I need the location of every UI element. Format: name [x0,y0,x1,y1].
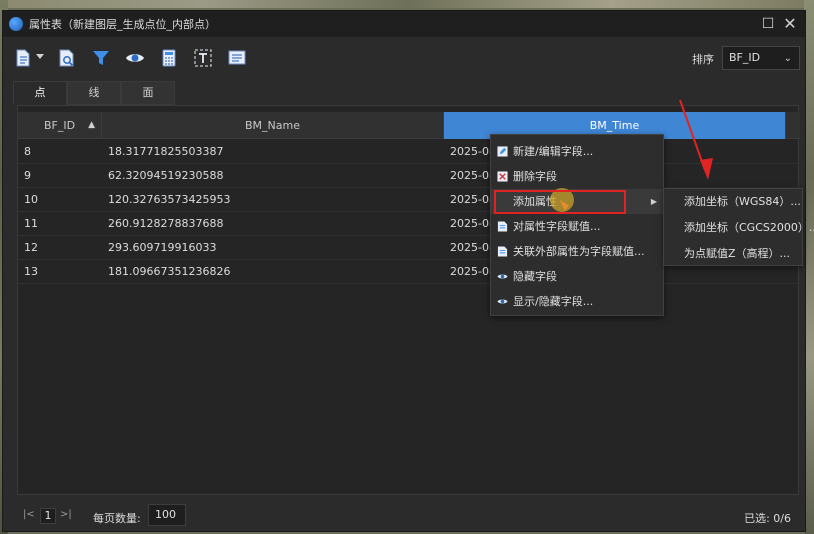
cell-bf-id: 11 [24,217,38,230]
menu-item-label: 关联外部属性为字段赋值... [513,245,645,258]
menu-item-assign-field-value[interactable]: 对属性字段赋值... [491,214,663,239]
sort-ascending-icon: ▲ [88,120,95,130]
menu-item-label: 对属性字段赋值... [513,220,601,233]
app-logo-icon [9,17,23,31]
table-header: BF_ID ▲ BM_Name BM_Time [18,112,800,139]
title-bar: 属性表（新建图层_生成点位_内部点） ☐ ✕ [3,11,805,37]
menu-item-label: 新建/编辑字段... [513,145,594,158]
menu-item-new-edit-field[interactable]: 新建/编辑字段... [491,139,663,164]
attribute-table-window: 属性表（新建图层_生成点位_内部点） ☐ ✕ 排序 BF_ID ⌄ 点 线 面 … [2,10,806,532]
export-icon[interactable] [13,48,33,68]
column-header-bm-name[interactable]: BM_Name [102,112,444,139]
calculator-icon[interactable] [159,48,179,68]
column-header-bf-id[interactable]: BF_ID ▲ [18,112,102,139]
column-header-label: BF_ID [43,119,76,132]
pagination-footer: |< 1 >| 每页数量: 100 已选: 0/6 [3,501,805,531]
menu-item-label: 隐藏字段 [513,270,557,283]
cell-bm-name: 120.32763573425953 [108,193,231,206]
filter-icon[interactable] [91,48,111,68]
selected-count: 已选: 0/6 [744,512,791,525]
tab-point[interactable]: 点 [13,81,67,105]
table-row[interactable]: 9 62.32094519230588 2025-08- [18,164,800,188]
maximize-button[interactable]: ☐ [759,15,777,33]
menu-item-show-hide-fields[interactable]: 显示/隐藏字段... [491,289,663,314]
export-dropdown-caret-icon[interactable] [36,54,44,59]
cell-bf-id: 10 [24,193,38,206]
geometry-tabs: 点 线 面 [13,81,175,105]
menu-item-join-external-attribute[interactable]: 关联外部属性为字段赋值... [491,239,663,264]
cell-bm-name: 181.09667351236826 [108,265,231,278]
submenu-item-assign-z[interactable]: 为点赋值Z（高程）... [664,241,802,267]
cell-bm-name: 18.31771825503387 [108,145,224,158]
desktop-background-top [0,0,814,8]
search-doc-icon[interactable] [57,48,77,68]
menu-item-label: 删除字段 [513,170,557,183]
field-context-menu: 新建/编辑字段... 删除字段 添加属性 ▶ 对属性字段赋值... 关联外部属性… [490,134,664,316]
current-page-number[interactable]: 1 [40,508,56,524]
cell-bm-name: 62.32094519230588 [108,169,224,182]
menu-item-add-attribute[interactable]: 添加属性 ▶ [491,189,663,214]
cell-bf-id: 9 [24,169,31,182]
menu-item-delete-field[interactable]: 删除字段 [491,164,663,189]
eye-icon [497,299,508,304]
chevron-down-icon: ⌄ [783,53,792,64]
doc-icon [497,246,508,257]
submenu-arrow-icon: ▶ [650,197,657,206]
close-button[interactable]: ✕ [781,15,799,33]
last-page-button[interactable]: >| [60,509,72,520]
submenu-item-add-cgcs2000[interactable]: 添加坐标（CGCS2000）... [664,215,814,241]
toolbar: 排序 BF_ID ⌄ [3,37,805,77]
per-page-input[interactable]: 100 [148,504,186,526]
sort-field-value: BF_ID [729,51,761,64]
cell-bm-name: 260.9128278837688 [108,217,224,230]
edit-icon [497,146,508,157]
cell-bf-id: 8 [24,145,31,158]
sort-label: 排序 [692,53,714,66]
per-page-label: 每页数量: [93,512,141,525]
add-attribute-submenu: 添加坐标（WGS84）... 添加坐标（CGCS2000）... 为点赋值Z（高… [663,188,814,267]
delete-icon [497,171,508,182]
first-page-button[interactable]: |< [23,509,35,520]
menu-item-label: 显示/隐藏字段... [513,295,594,308]
window-title: 属性表（新建图层_生成点位_内部点） [29,18,216,31]
attribute-table: BF_ID ▲ BM_Name BM_Time 8 18.31771825503… [17,105,800,495]
cell-bm-name: 293.609719916033 [108,241,217,254]
cell-bf-id: 12 [24,241,38,254]
submenu-item-add-wgs84[interactable]: 添加坐标（WGS84）... [664,189,802,215]
doc-icon [497,221,508,232]
eye-icon [497,274,508,279]
sort-field-select[interactable]: BF_ID ⌄ [722,46,800,70]
table-row[interactable]: 8 18.31771825503387 2025-08- [18,140,800,164]
tab-line[interactable]: 线 [67,81,121,105]
cell-bf-id: 13 [24,265,38,278]
list-icon[interactable] [227,48,247,68]
tab-polygon[interactable]: 面 [121,81,175,105]
eye-icon[interactable] [125,48,145,68]
text-field-icon[interactable] [193,48,213,68]
menu-item-hide-field[interactable]: 隐藏字段 [491,264,663,289]
